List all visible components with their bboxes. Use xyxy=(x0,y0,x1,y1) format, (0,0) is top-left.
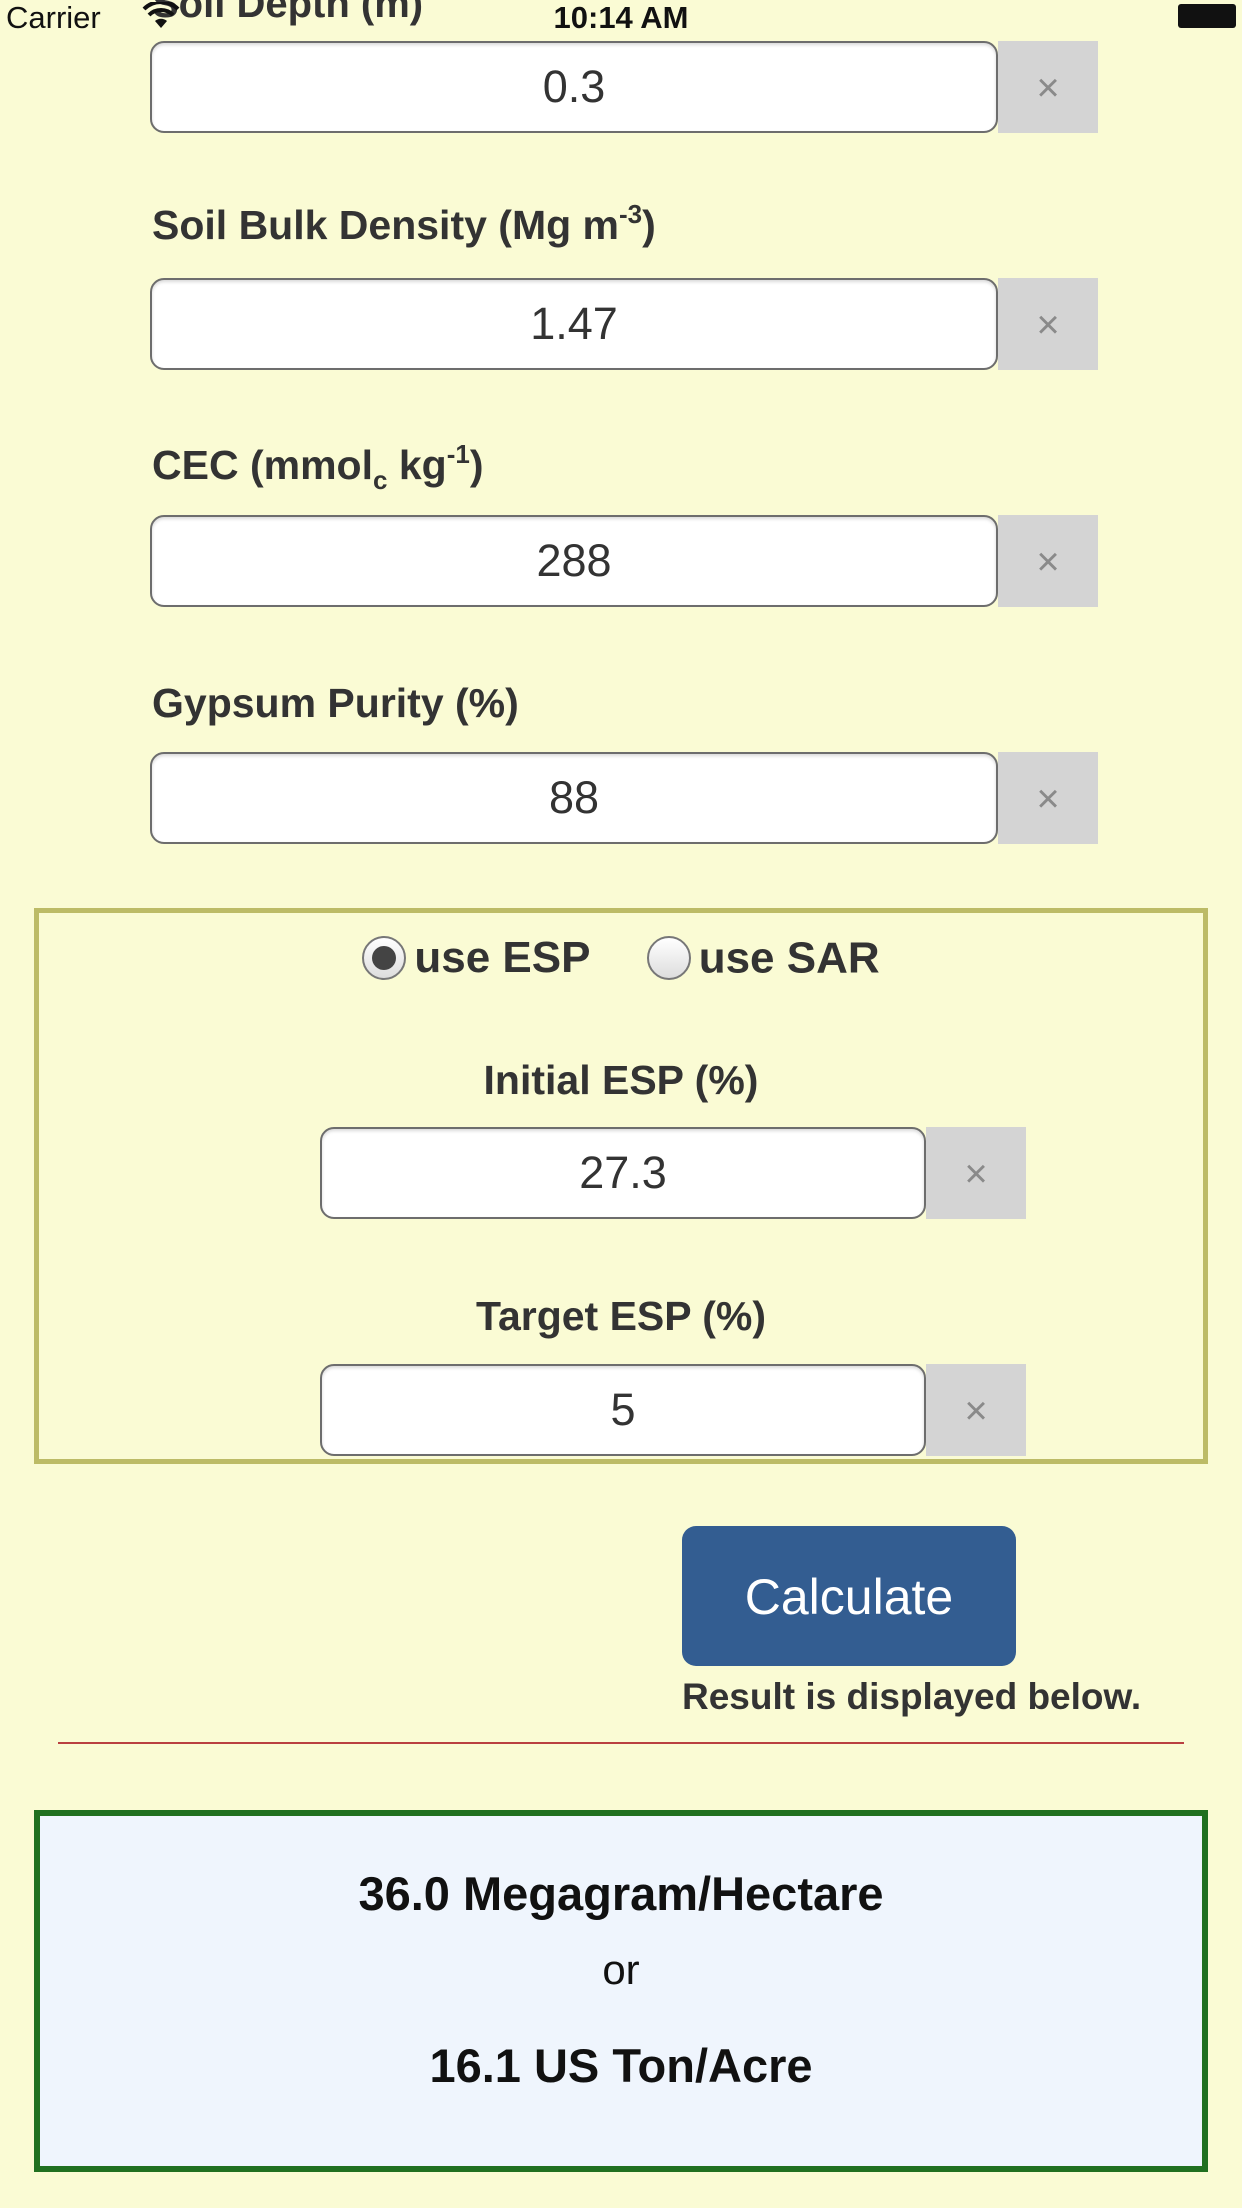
radio-esp[interactable] xyxy=(362,936,407,981)
result-metric: 36.0 Megagram/Hectare xyxy=(358,1867,884,1920)
divider xyxy=(58,1742,1184,1744)
initial-esp-row: × xyxy=(320,1127,1026,1223)
radio-sar-label[interactable]: use SAR xyxy=(699,933,880,982)
bulk-density-clear-button[interactable]: × xyxy=(998,278,1098,370)
radio-sar[interactable] xyxy=(646,936,691,981)
radio-esp-label[interactable]: use ESP xyxy=(414,933,590,982)
soil-depth-clear-button[interactable]: × xyxy=(998,41,1098,133)
soil-depth-input[interactable] xyxy=(150,41,998,133)
bulk-density-row: × xyxy=(150,278,1098,374)
initial-esp-input[interactable] xyxy=(320,1127,926,1219)
cec-label: CEC (mmolc kg-1) xyxy=(152,439,484,495)
target-esp-row: × xyxy=(320,1364,1026,1460)
result-panel: 36.0 Megagram/Hectare or 16.1 US Ton/Acr… xyxy=(34,1810,1208,2172)
close-icon: × xyxy=(1036,540,1060,584)
gypsum-purity-clear-button[interactable]: × xyxy=(998,752,1098,844)
mode-radio-group: use ESP use SAR xyxy=(39,931,1203,983)
close-icon: × xyxy=(1036,66,1060,110)
close-icon: × xyxy=(964,1389,988,1433)
close-icon: × xyxy=(1036,777,1060,821)
close-icon: × xyxy=(964,1152,988,1196)
target-esp-input[interactable] xyxy=(320,1364,926,1456)
status-time: 10:14 AM xyxy=(553,0,689,35)
bulk-density-label: Soil Bulk Density (Mg m-3) xyxy=(152,199,656,248)
cec-input[interactable] xyxy=(150,515,998,607)
gypsum-purity-row: × xyxy=(150,752,1098,848)
initial-esp-clear-button[interactable]: × xyxy=(926,1127,1026,1219)
cec-row: × xyxy=(150,515,1098,611)
soil-depth-row: × xyxy=(150,41,1098,137)
bulk-density-input[interactable] xyxy=(150,278,998,370)
gypsum-purity-input[interactable] xyxy=(150,752,998,844)
battery-icon xyxy=(1178,4,1236,28)
gypsum-purity-label: Gypsum Purity (%) xyxy=(152,680,519,726)
esp-sar-panel: use ESP use SAR Initial ESP (%) × Target… xyxy=(34,908,1208,1464)
target-esp-clear-button[interactable]: × xyxy=(926,1364,1026,1456)
calculate-button[interactable]: Calculate xyxy=(682,1526,1016,1666)
cec-clear-button[interactable]: × xyxy=(998,515,1098,607)
radio-option-sar[interactable]: use SAR xyxy=(646,931,880,982)
result-or: or xyxy=(602,1946,640,1993)
target-esp-label: Target ESP (%) xyxy=(475,1293,767,1339)
radio-option-esp[interactable]: use ESP xyxy=(362,931,646,982)
status-bar: Soil Depth (m) Carrier 10:14 AM xyxy=(0,0,1242,36)
result-imperial: 16.1 US Ton/Acre xyxy=(429,2039,813,2092)
result-note: Result is displayed below. xyxy=(682,1676,1142,1717)
initial-esp-label: Initial ESP (%) xyxy=(483,1057,759,1103)
close-icon: × xyxy=(1036,303,1060,347)
